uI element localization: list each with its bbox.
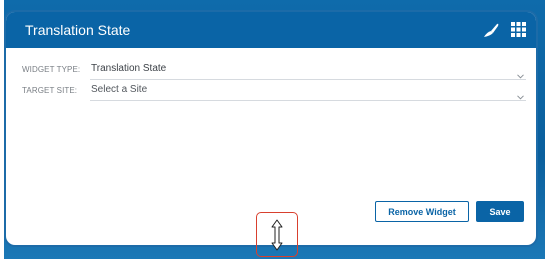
grid-icon[interactable] [511,22,526,37]
vertical-resize-cursor-icon [271,219,283,251]
brush-icon[interactable] [482,22,500,38]
resize-handle[interactable] [256,212,298,257]
widget-type-value: Translation State [91,63,167,74]
chevron-down-icon [517,66,524,79]
target-site-placeholder: Select a Site [91,84,148,95]
save-button[interactable]: Save [476,201,524,222]
target-site-label: TARGET SITE: [22,86,78,95]
target-site-select[interactable]: Select a Site [90,81,526,101]
widget-header: Translation State [6,12,536,48]
target-site-row: TARGET SITE: Select a Site [18,81,526,101]
backdrop-edge [0,0,4,259]
widget-type-select[interactable]: Translation State [90,60,526,80]
widget-type-row: WIDGET TYPE: Translation State [18,60,526,80]
widget-card: Translation State WIDGET TYPE: Translati… [6,12,536,245]
widget-title: Translation State [25,22,131,38]
remove-widget-button[interactable]: Remove Widget [375,201,469,222]
chevron-down-icon [517,87,524,100]
widget-type-label: WIDGET TYPE: [22,65,81,74]
